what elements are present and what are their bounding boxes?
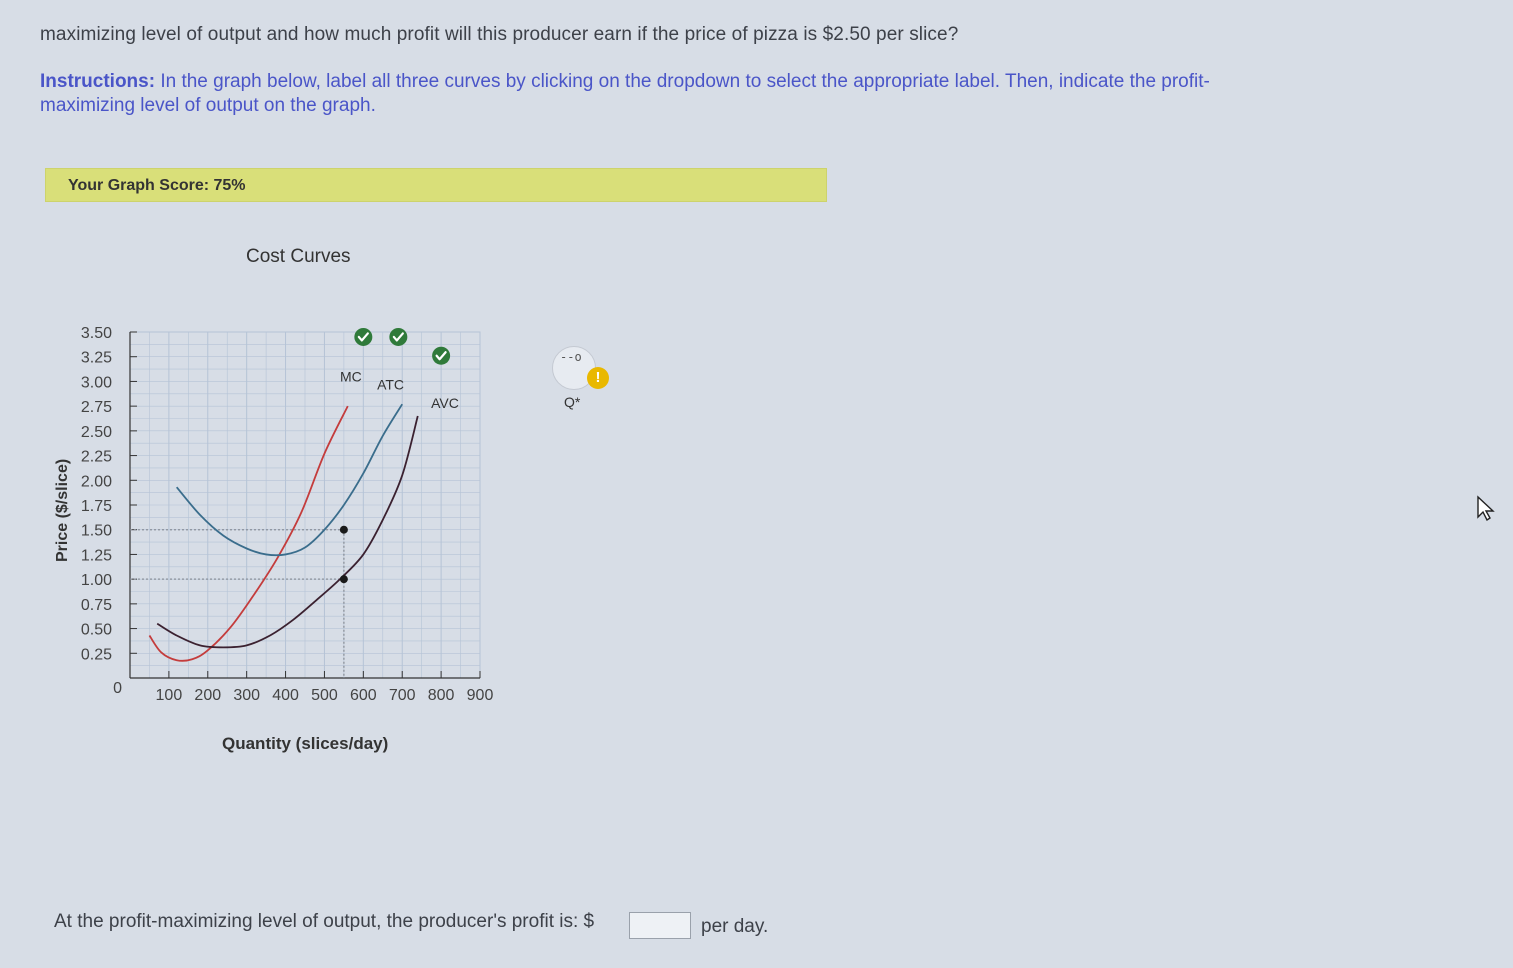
check-icon: [389, 327, 408, 346]
y-tick-label: 2.25: [81, 449, 112, 466]
y-axis-label: Price ($/slice): [54, 458, 71, 562]
marked-point: [339, 575, 348, 584]
check-icon: [432, 346, 451, 365]
graph-score-banner: Your Graph Score: 75%: [45, 168, 827, 202]
y-tick-label: 1.25: [81, 547, 112, 564]
check-icon-circle: [354, 327, 373, 346]
y-tick-label: 0.25: [81, 646, 112, 663]
y-tick-label: 2.75: [81, 399, 112, 416]
curve-mc: [148, 405, 349, 662]
x-tick-label: 800: [428, 687, 455, 704]
y-tick-label: 3.25: [81, 350, 112, 367]
y-tick-label: 3.50: [81, 325, 112, 342]
y-tick-label: 0.75: [81, 597, 112, 614]
instructions-body: In the graph below, label all three curv…: [40, 71, 1210, 116]
profit-question: At the profit-maximizing level of output…: [54, 911, 595, 932]
profit-unit: per day.: [701, 916, 769, 937]
y-tick-label: 3.00: [81, 374, 112, 391]
q-star-tool-icon: --o: [560, 350, 582, 364]
y-tick-label: 1.50: [81, 523, 112, 540]
instructions: Instructions: In the graph below, label …: [40, 70, 1260, 118]
curve-atc: [175, 403, 403, 557]
x-tick-label: 100: [156, 687, 183, 704]
x-axis-label: Quantity (slices/day): [222, 734, 389, 753]
y-tick-label: 1.00: [81, 572, 112, 589]
y-tick-label: 2.00: [81, 473, 112, 490]
x-tick-label: 400: [272, 687, 299, 704]
check-icon: [354, 327, 373, 346]
x-tick-label: 700: [389, 687, 416, 704]
profit-input[interactable]: [629, 912, 691, 939]
cost-curves-chart[interactable]: 00.25 0.50 0.75 1.00 1.25 1.50 1.75 2.00 2.25 2.5…: [40, 310, 520, 710]
x-tick-label: 600: [350, 687, 377, 704]
x-tick-label: 300: [233, 687, 260, 704]
curve-label-mc: MC: [340, 368, 362, 384]
curve-label-avc: AVC: [431, 395, 459, 411]
check-icon-circle: [432, 346, 451, 365]
question-text: maximizing level of output and how much …: [40, 24, 959, 45]
x-tick-label: 900: [467, 687, 494, 704]
q-star-tool-label: Q*: [564, 394, 581, 410]
curve-label-atc: ATC: [377, 376, 404, 392]
x-tick-label: 200: [194, 687, 221, 704]
y-tick-label: 1.75: [81, 498, 112, 515]
y-tick-label: 0: [113, 680, 122, 697]
y-tick-label: 2.50: [81, 424, 112, 441]
instructions-lead: Instructions:: [40, 71, 156, 92]
y-tick-label: 0.50: [81, 622, 112, 639]
chart-title: Cost Curves: [246, 246, 351, 267]
mouse-cursor-icon: [1477, 495, 1495, 522]
x-tick-label: 500: [311, 687, 338, 704]
check-icon-circle: [389, 327, 408, 346]
marked-point: [339, 525, 348, 534]
warning-icon: !: [587, 367, 609, 389]
curve-avc: [156, 415, 419, 649]
